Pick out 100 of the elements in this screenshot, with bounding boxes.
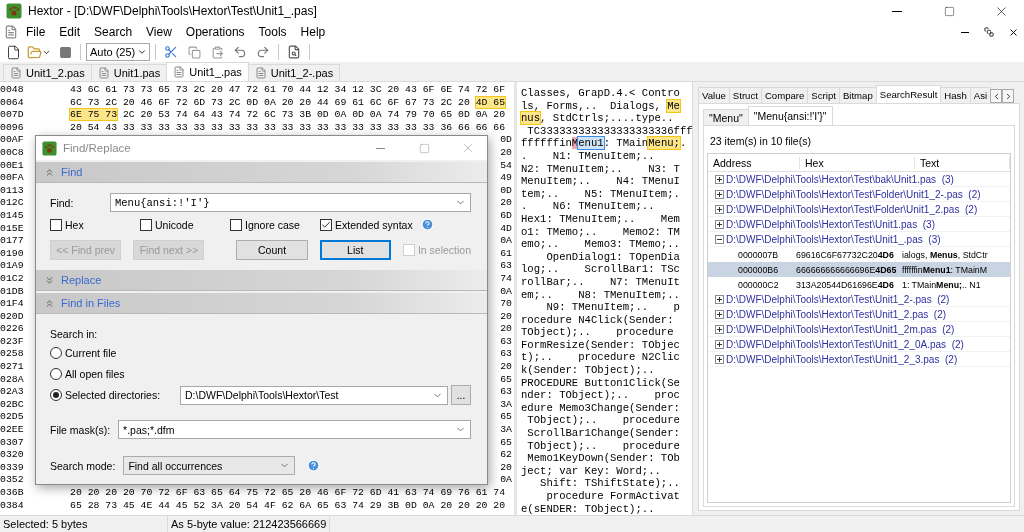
result-row[interactable]: 000000B6 666666666666696E4D65 ffffffinMenu1: TMainM bbox=[708, 262, 1010, 277]
checkbox[interactable] bbox=[230, 218, 242, 231]
menu-item[interactable]: Tools bbox=[252, 24, 293, 40]
checkbox[interactable] bbox=[140, 218, 152, 231]
hex-byte: 74 bbox=[500, 272, 512, 286]
menu-item[interactable]: File bbox=[20, 24, 52, 40]
expand-icon[interactable] bbox=[715, 309, 724, 319]
checkbox-label: Hex bbox=[65, 218, 84, 231]
text-line: ScrollBar1Change(Sender: bbox=[526, 427, 681, 440]
text-line: procedure FormActivat bbox=[545, 490, 681, 503]
menu-item[interactable]: Edit bbox=[53, 24, 87, 40]
expand-icon[interactable] bbox=[715, 324, 724, 334]
dropdown[interactable]: Auto (25) bbox=[86, 43, 150, 61]
hex-byte: 0A bbox=[500, 235, 512, 248]
file-path[interactable]: D:\DWF\Delphi\Tools\Hextor\Test\Unit1_2-.pas (2) bbox=[726, 293, 950, 305]
hex-byte: 65 bbox=[500, 411, 512, 425]
browse-button[interactable]: ... bbox=[451, 385, 471, 405]
file-tab[interactable]: Unit1_.pas bbox=[166, 62, 249, 81]
find-field[interactable]: Menu{ansi:!'I'} bbox=[110, 193, 471, 212]
hex-byte: 6D bbox=[500, 209, 512, 223]
hex-byte: 63 bbox=[500, 348, 512, 362]
panel-tab[interactable]: Bitmap bbox=[838, 87, 877, 103]
expand-icon[interactable] bbox=[715, 189, 724, 199]
minimize-icon bbox=[892, 10, 902, 12]
hex-cell: 313A20544D61696E4D6 bbox=[796, 279, 894, 290]
address-cell: 0000007B bbox=[738, 249, 779, 260]
radio-button[interactable] bbox=[50, 347, 62, 359]
address: 00C8 bbox=[0, 146, 24, 158]
address: 0064 bbox=[0, 96, 24, 108]
column-header[interactable]: Hex bbox=[800, 156, 915, 169]
file-path[interactable]: D:\DWF\Delphi\Tools\Hextor\Test\Folder\Unit1_2-.pas (2) bbox=[726, 188, 981, 200]
scroll-right-button[interactable] bbox=[1002, 89, 1015, 103]
expand-icon[interactable] bbox=[715, 339, 724, 349]
text-line: Memo1KeyDown(Sender: TOb bbox=[526, 452, 681, 465]
section-label: Search in: bbox=[50, 328, 99, 340]
file-path[interactable]: D:\DWF\Delphi\Tools\Hextor\Test\Unit1_2_0A.pas (2) bbox=[726, 338, 964, 350]
collapse-icon[interactable] bbox=[715, 234, 724, 244]
file-path[interactable]: D:\DWF\Delphi\Tools\Hextor\Test\Unit1_2_3.pas (2) bbox=[726, 353, 958, 365]
window-title: Hextor - [D:\DWF\Delphi\Tools\Hextor\Test\Unit1_.pas] bbox=[28, 4, 318, 18]
status-text: Selected: 5 bytes bbox=[0, 516, 168, 532]
maximize-icon bbox=[418, 142, 430, 154]
menu-item[interactable]: Help bbox=[294, 24, 332, 40]
checkbox[interactable] bbox=[50, 218, 62, 231]
close-icon bbox=[1007, 26, 1019, 38]
file-path[interactable]: D:\DWF\Delphi\Tools\Hextor\Test\bak\Unit1.pas (3) bbox=[726, 173, 954, 185]
panel-tab[interactable]: Compare bbox=[760, 87, 809, 103]
copy-icon bbox=[187, 45, 201, 59]
expand-icon[interactable] bbox=[715, 204, 724, 214]
minimize-icon bbox=[961, 31, 969, 33]
hex-byte: 63 bbox=[500, 260, 512, 273]
hex-byte: 70 bbox=[500, 298, 512, 311]
address: 0096 bbox=[0, 121, 24, 133]
text-line: FormResize(Sender: TObjec bbox=[521, 338, 681, 352]
menu-item[interactable]: Search bbox=[88, 24, 139, 40]
expand-icon[interactable] bbox=[715, 219, 724, 229]
panel-tab[interactable]: Script bbox=[807, 87, 840, 103]
result-tab[interactable]: "Menu{ansi:!'I'}" bbox=[747, 106, 833, 125]
file-path[interactable]: D:\DWF\Delphi\Tools\Hextor\Test\Unit1_2m.pas (2) bbox=[726, 323, 955, 335]
text-line: OpenDialog1: TOpenDia bbox=[545, 250, 681, 264]
dialog-button[interactable]: Count bbox=[236, 240, 308, 260]
result-row[interactable]: 0000007B 69616C6F67732C204D6 ialogs, Menus, StdCtr bbox=[708, 247, 1010, 262]
hex-byte: 63 bbox=[500, 386, 512, 399]
result-tab[interactable]: "Menu" bbox=[703, 109, 749, 125]
hex-byte: 61 bbox=[500, 247, 512, 261]
panel-tab[interactable]: Value bbox=[698, 87, 730, 103]
expand-icon[interactable] bbox=[715, 174, 724, 184]
text-line: o1: TMemo;.. Memo2: TM bbox=[521, 225, 681, 239]
result-row[interactable]: 000000C2 313A20544D61696E4D6 1: TMainMenu;.. N1 bbox=[708, 277, 1010, 292]
menu-item[interactable]: View bbox=[140, 24, 178, 40]
file-tab[interactable]: Unit1_2-.pas bbox=[247, 64, 341, 81]
hex-byte: 20 bbox=[500, 323, 512, 336]
file-tab[interactable]: Unit1_2.pas bbox=[3, 64, 92, 81]
column-header[interactable]: Text bbox=[915, 156, 1010, 169]
scroll-left-button[interactable] bbox=[990, 89, 1003, 103]
column-header[interactable]: Address bbox=[708, 156, 800, 169]
search-mode-dropdown[interactable]: Find all occurrences bbox=[123, 456, 296, 475]
menu-item[interactable]: Operations bbox=[179, 24, 251, 40]
address: 036B bbox=[0, 487, 24, 498]
file-tab[interactable]: Unit1.pas bbox=[90, 64, 168, 81]
file-path[interactable]: D:\DWF\Delphi\Tools\Hextor\Test\Unit1_2.pas (2) bbox=[726, 308, 947, 320]
radio-button[interactable] bbox=[50, 368, 62, 380]
panel-tab[interactable]: SearchResult bbox=[875, 85, 942, 103]
file-path[interactable]: D:\DWF\Delphi\Tools\Hextor\Test\Folder\Unit1_2.pas (2) bbox=[726, 203, 978, 215]
radio-button[interactable] bbox=[50, 389, 62, 401]
checkbox[interactable] bbox=[320, 218, 332, 231]
help-icon[interactable] bbox=[307, 459, 321, 472]
dialog-button[interactable]: List bbox=[319, 240, 391, 260]
help-icon[interactable] bbox=[420, 218, 434, 231]
directory-field[interactable]: D:\DWF\Delphi\Tools\Hextor\Test bbox=[180, 385, 448, 405]
address: 0320 bbox=[0, 449, 24, 461]
file-path[interactable]: D:\DWF\Delphi\Tools\Hextor\Test\Unit1.pas (3) bbox=[726, 218, 935, 230]
text-line: N9: TMenuItem;.. p bbox=[545, 301, 681, 314]
file-icon bbox=[5, 44, 21, 60]
file-mask-field[interactable]: *.pas;*.dfm bbox=[118, 420, 471, 439]
close-icon bbox=[461, 141, 475, 155]
file-path[interactable]: D:\DWF\Delphi\Tools\Hextor\Test\Unit1_.pas (3) bbox=[726, 233, 941, 245]
app-icon bbox=[42, 140, 57, 156]
expand-icon[interactable] bbox=[715, 354, 724, 364]
expand-icon[interactable] bbox=[715, 294, 724, 304]
address: 020D bbox=[0, 310, 24, 322]
